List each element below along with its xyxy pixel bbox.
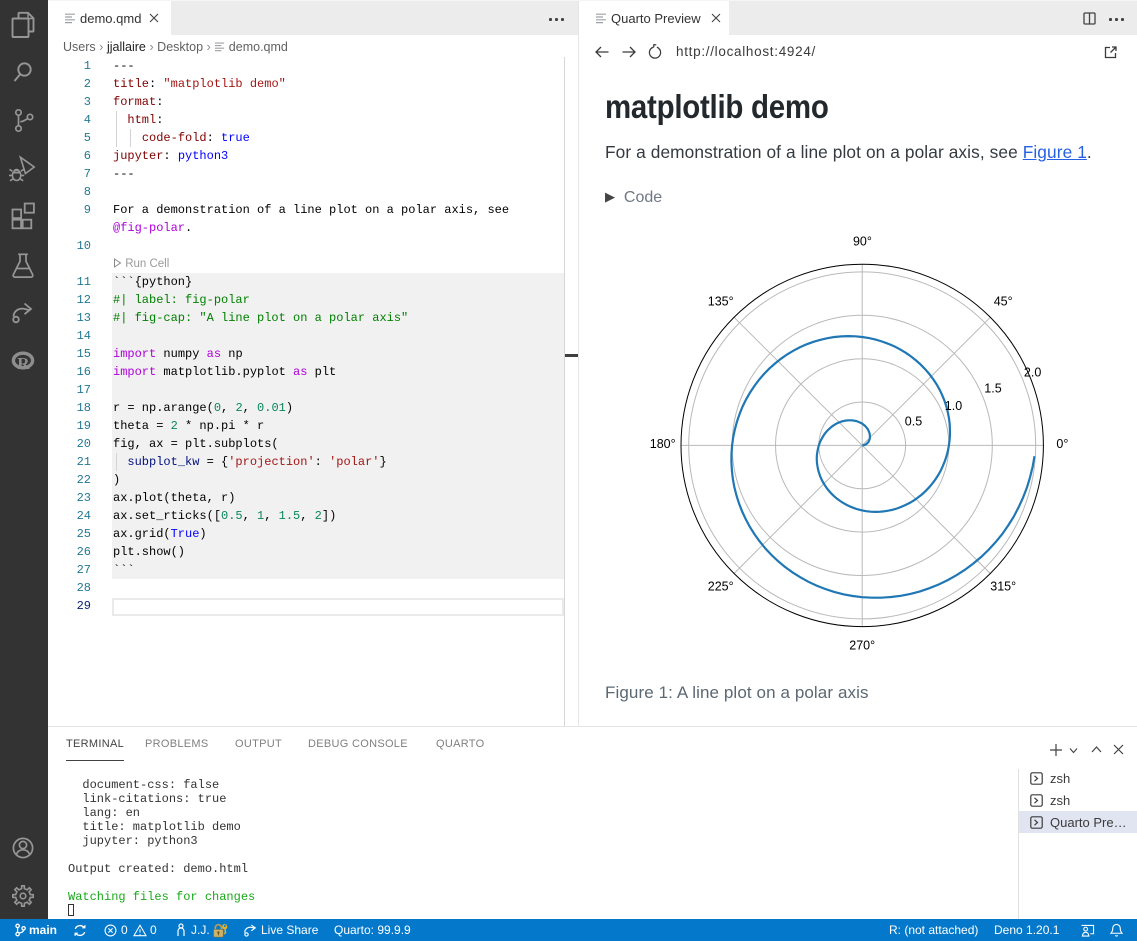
svg-text:0°: 0° [1056, 437, 1068, 451]
svg-text:270°: 270° [849, 639, 875, 653]
svg-text:90°: 90° [853, 235, 872, 249]
svg-text:45°: 45° [994, 295, 1013, 309]
svg-text:2.0: 2.0 [1024, 366, 1041, 380]
svg-text:180°: 180° [650, 437, 676, 451]
svg-text:R: R [17, 354, 30, 373]
svg-text:1.5: 1.5 [984, 382, 1001, 396]
svg-text:0.5: 0.5 [905, 415, 922, 429]
svg-text:135°: 135° [708, 295, 734, 309]
svg-text:1.0: 1.0 [945, 399, 962, 413]
svg-text:225°: 225° [708, 580, 734, 594]
svg-text:315°: 315° [990, 580, 1016, 594]
